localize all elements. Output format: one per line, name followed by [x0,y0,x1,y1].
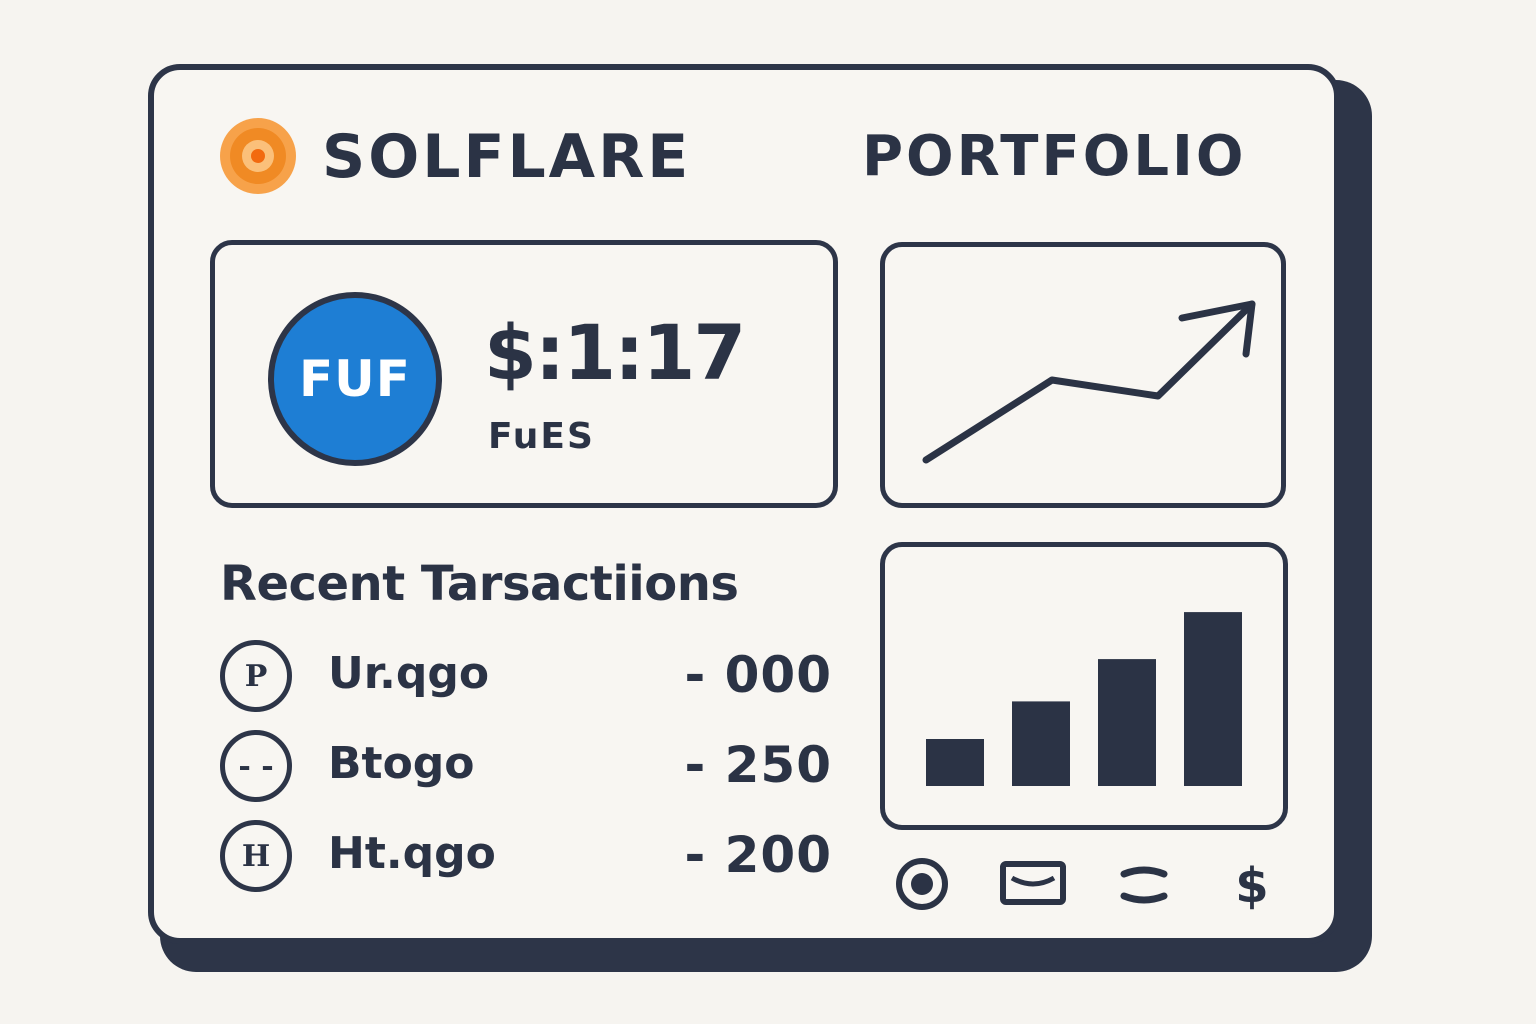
balance-value: $:1:17 [484,308,746,397]
bar-3 [1098,659,1156,786]
trend-line [922,300,1256,464]
balance-unit: FuES [488,416,595,457]
transaction-amount: - 250 [684,736,832,794]
swap-icon[interactable] [1114,856,1174,912]
bar-chart [926,612,1242,786]
transaction-name: Btogo [328,738,475,789]
recent-transactions-title: Recent Tarsactiions [220,556,739,612]
transaction-row[interactable]: - - Btogo - 250 [220,730,832,806]
bar-2 [1012,701,1070,786]
bar-4 [1184,612,1242,786]
transaction-icon: H [220,820,292,892]
transaction-name: Ht.qgo [328,828,496,879]
transaction-row[interactable]: H Ht.qgo - 200 [220,820,832,896]
bar-1 [926,739,984,786]
transaction-amount: - 200 [684,826,832,884]
solflare-logo-icon [216,114,300,198]
transaction-icon: P [220,640,292,712]
brand-name: SOLFLARE [322,122,692,192]
transaction-icon: - - [220,730,292,802]
transaction-name: Ur.qgo [328,648,490,699]
dollar-icon[interactable]: $ [1222,856,1282,912]
page-title: PORTFOLIO [862,124,1247,189]
coin-icon[interactable] [892,856,952,912]
token-badge[interactable]: FUF [268,292,442,466]
transaction-amount: - 000 [684,646,832,704]
svg-text:$: $ [1235,858,1268,912]
trend-line-chart [922,300,1256,464]
wallet-icon[interactable] [1000,856,1066,912]
transaction-row[interactable]: P Ur.qgo - 000 [220,640,832,716]
